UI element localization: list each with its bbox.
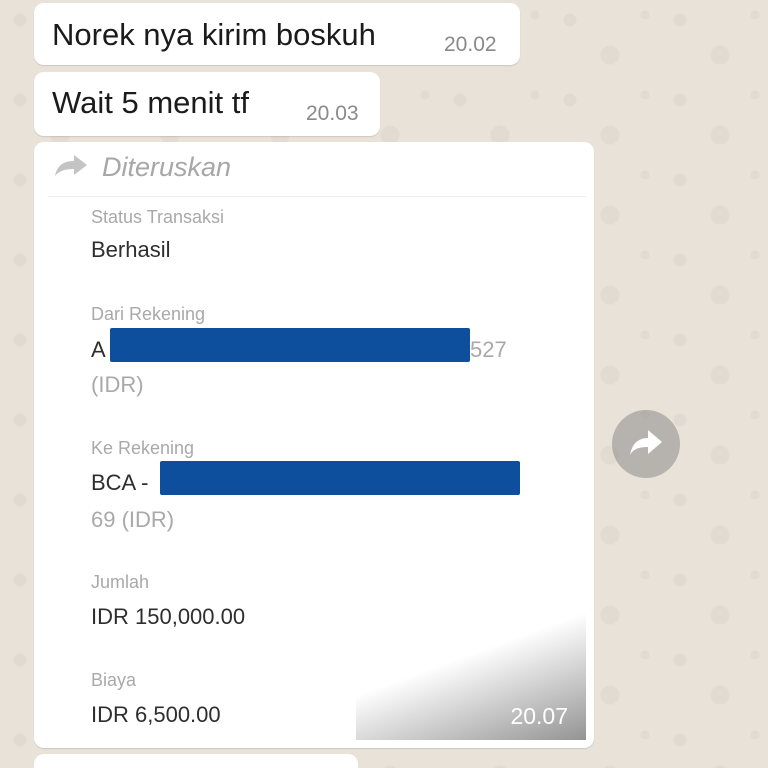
fee-label: Biaya: [91, 670, 137, 690]
status-label: Status Transaksi: [91, 207, 225, 227]
from-account-prefix: A: [91, 337, 106, 362]
to-account-prefix: BCA -: [91, 470, 149, 495]
forward-arrow-icon: [54, 153, 88, 182]
message-text: Wait 5 menit tf: [52, 85, 249, 120]
fee-value: IDR 6,500.00: [91, 702, 221, 727]
message-bubble[interactable]: Norek nya kirim boskuh 20.02: [34, 3, 520, 65]
message-text: Norek nya kirim boskuh: [52, 17, 376, 52]
message-bubble-partial[interactable]: [34, 754, 358, 768]
to-account-label: Ke Rekening: [91, 438, 195, 458]
redaction-bar: [110, 328, 470, 362]
share-forward-icon: [629, 428, 663, 461]
transaction-receipt-image[interactable]: Status Transaksi Berhasil Dari Rekening …: [48, 196, 586, 740]
from-account-currency: (IDR): [91, 372, 144, 397]
message-bubble[interactable]: Wait 5 menit tf 20.03: [34, 72, 380, 136]
share-button[interactable]: [612, 410, 680, 478]
from-account-suffix: 527: [470, 337, 507, 362]
forwarded-image-message[interactable]: Diteruskan Status Transaksi Berhasil Dar…: [34, 142, 594, 748]
to-account-suffix: 69 (IDR): [91, 507, 175, 532]
message-time: 20.07: [510, 703, 568, 729]
from-account-label: Dari Rekening: [91, 304, 206, 324]
redaction-bar: [160, 461, 520, 495]
message-time: 20.03: [306, 102, 359, 125]
forwarded-header: Diteruskan: [54, 152, 231, 183]
amount-value: IDR 150,000.00: [91, 604, 246, 629]
forwarded-label: Diteruskan: [102, 152, 232, 182]
message-time: 20.02: [444, 33, 497, 56]
amount-label: Jumlah: [91, 572, 150, 592]
status-value: Berhasil: [91, 237, 171, 262]
